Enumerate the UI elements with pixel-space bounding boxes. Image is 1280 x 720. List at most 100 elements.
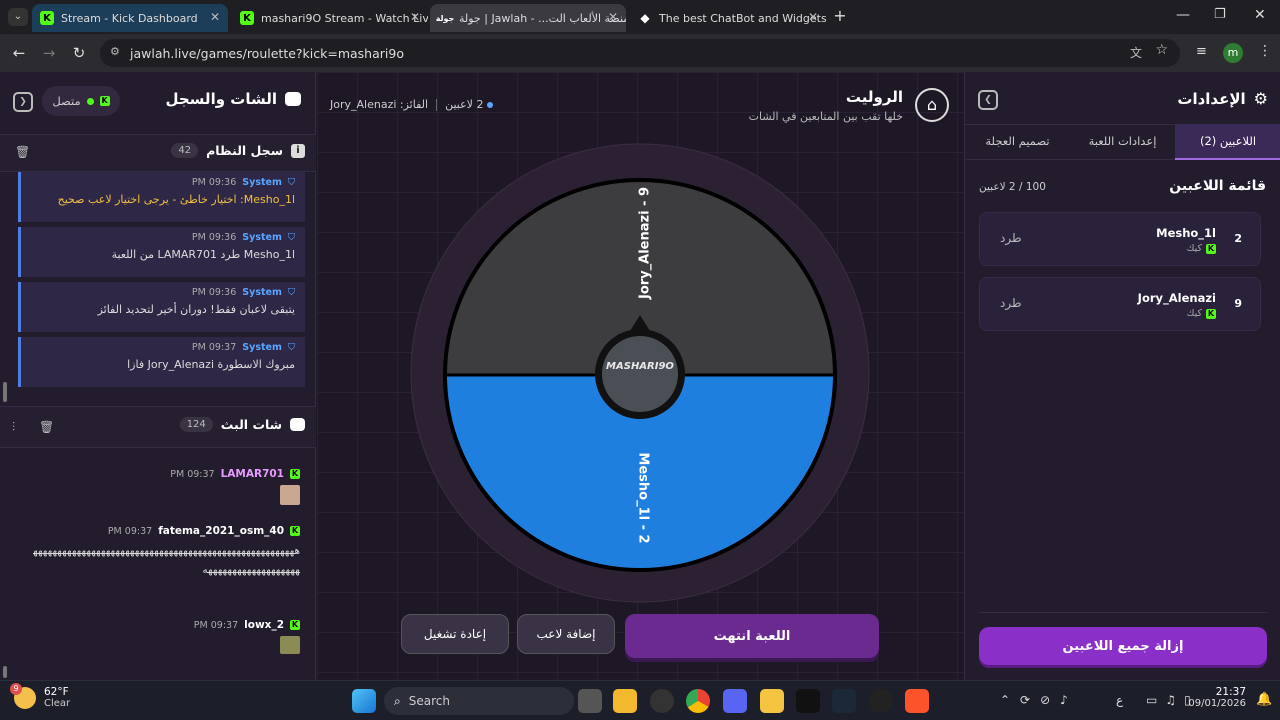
clock[interactable]: 21:37 09/01/2026	[1188, 686, 1246, 709]
tab-jawlah[interactable]: جولة منصة الألعاب الت... - Jawlah | جولة…	[430, 4, 626, 32]
remove-all-players-button[interactable]: إزالة جميع اللاعبين	[979, 627, 1267, 665]
kick-icon: K	[40, 11, 54, 25]
message-text: هههههههههههههههههههههههههههههههههههههههه…	[33, 545, 300, 576]
tab-players[interactable]: اللاعبين (2)	[1175, 124, 1280, 160]
footer-divider	[979, 612, 1267, 613]
brave-icon[interactable]	[905, 689, 929, 713]
close-window-button[interactable]: ✕	[1254, 7, 1266, 23]
obs-icon[interactable]	[869, 689, 893, 713]
close-icon[interactable]: ✕	[608, 10, 618, 24]
taskbar-search[interactable]: ⌕ Search	[384, 687, 574, 715]
media-icon[interactable]: ≡	[1196, 44, 1207, 59]
button-label: إعادة تشغيل	[423, 627, 487, 641]
kick-player-button[interactable]: طرد	[1000, 296, 1022, 310]
trash-icon[interactable]: 🗑	[39, 420, 54, 434]
players-count: 2 لاعبين	[445, 98, 484, 111]
message-time: 09:37 PM	[107, 525, 153, 537]
chrome-icon[interactable]	[686, 689, 710, 713]
site-info-icon[interactable]: ⚙	[110, 45, 120, 58]
winner-label: الفائز: Jory_Alenazi	[330, 98, 429, 111]
log-message: ⛉ System 09:36 PM Mesho_1l: اختيار خاطئ - …	[18, 172, 305, 222]
tab-chatbot[interactable]: ◆ The best ChatBot and Widgets ✕	[630, 4, 826, 32]
home-button[interactable]: ⌂	[915, 88, 949, 122]
button-label: إضافة لاعب	[536, 627, 596, 641]
tray-icons[interactable]: ⌃⟳⊘♪	[1000, 693, 1078, 707]
input-language[interactable]: ع	[1116, 693, 1123, 707]
reload-button[interactable]: ↻	[68, 42, 90, 64]
tab-wheel-design[interactable]: تصميم العجلة	[965, 124, 1070, 160]
chat-username[interactable]: lowx_2	[244, 619, 284, 631]
kick-icon: K	[290, 526, 300, 536]
kick-player-button[interactable]: طرد	[1000, 231, 1022, 245]
star-icon[interactable]: ☆	[1155, 42, 1168, 58]
button-label: اللعبة انتهت	[713, 628, 791, 644]
add-player-button[interactable]: إضافة لاعب	[517, 614, 615, 654]
windows-start-icon[interactable]	[352, 689, 376, 713]
chat-scrollbar[interactable]	[3, 666, 7, 678]
app-icon[interactable]	[650, 689, 674, 713]
diamond-icon: ◆	[640, 11, 650, 25]
button-label: إزالة جميع اللاعبين	[1062, 638, 1184, 654]
tab-kick-stream[interactable]: K mashari9O Stream - Watch Live ✕	[232, 4, 428, 32]
close-icon[interactable]: ✕	[808, 10, 818, 24]
minimize-button[interactable]: —	[1176, 7, 1190, 23]
message-time: 09:37 PM	[191, 341, 237, 353]
close-icon[interactable]: ✕	[410, 10, 420, 24]
log-scrollbar[interactable]	[3, 382, 7, 402]
game-over-button[interactable]: اللعبة انتهت	[625, 614, 879, 658]
collapse-right-icon[interactable]: ❮	[978, 90, 998, 110]
shield-icon: ⛉	[287, 341, 295, 353]
notification-icon[interactable]: 🔔	[1256, 692, 1272, 707]
tab-title: The best ChatBot and Widgets	[659, 11, 826, 25]
settings-header: ⚙ الإعدادات	[1177, 89, 1268, 108]
shield-icon: ⛉	[287, 286, 295, 298]
translate-icon[interactable]: 文	[1130, 44, 1142, 61]
menu-icon[interactable]: ⋮	[1258, 43, 1272, 59]
chat-username[interactable]: LAMAR701	[221, 468, 284, 480]
forward-button[interactable]: →	[38, 42, 60, 64]
player-name: Jory_Alenazi	[1137, 291, 1216, 305]
segment-label-mesho: Mesho_1l - 2	[636, 452, 651, 543]
shield-icon: ⛉	[287, 176, 295, 188]
clock-date: 09/01/2026	[1188, 698, 1246, 709]
steam-icon[interactable]	[832, 689, 856, 713]
roulette-wheel[interactable]: Jory_Alenazi - 9 Mesho_1l - 2 MASHARI9O	[410, 143, 870, 603]
log-title: سجل النظام	[206, 143, 283, 158]
notes-icon[interactable]	[760, 689, 784, 713]
message-sender: System	[242, 231, 282, 243]
game-status-row: الفائز: Jory_Alenazi 2 لاعبين	[330, 98, 494, 111]
task-view-icon[interactable]	[578, 689, 602, 713]
address-bar[interactable]: ⚙ jawlah.live/games/roulette?kick=mashar…	[100, 39, 1180, 67]
message-sender: System	[242, 176, 282, 188]
platform-label: كيك	[1186, 308, 1202, 319]
tab-game-settings[interactable]: إعدادات اللعبة	[1070, 124, 1175, 160]
message-time: 09:36 PM	[191, 286, 237, 298]
chat-log-header: الشات والسجل	[165, 90, 301, 108]
tab-title: Stream - Kick Dashboard	[61, 11, 198, 25]
trash-icon[interactable]: 🗑	[15, 145, 30, 159]
channel-logo	[602, 336, 678, 412]
capcut-icon[interactable]	[796, 689, 820, 713]
message-text: مبروك الاسطورة Jory_Alenazi فازا	[127, 358, 295, 371]
log-message: ⛉ System 09:36 PM يتبقى لاعبان فقط! دوران …	[18, 282, 305, 332]
profile-avatar[interactable]: m	[1223, 43, 1243, 63]
collapse-left-icon[interactable]: ❯	[13, 92, 33, 112]
restore-button[interactable]: ❐	[1214, 7, 1226, 22]
tab-kick-dashboard[interactable]: K Stream - Kick Dashboard ✕	[32, 4, 228, 32]
status-label: متصل	[52, 94, 81, 108]
message-text: Mesho_1l: اختيار خاطئ - يرجى اختيار لاعب…	[57, 193, 295, 206]
status-dot	[487, 101, 494, 108]
kick-icon: K	[290, 620, 300, 630]
close-icon[interactable]: ✕	[210, 10, 220, 24]
filter-icon[interactable]: ⫶	[12, 420, 15, 435]
restart-button[interactable]: إعادة تشغيل	[401, 614, 509, 654]
chat-username[interactable]: fatema_2021_osm_40	[158, 525, 284, 537]
back-button[interactable]: ←	[8, 42, 30, 64]
weather-widget[interactable]: 9 62°F Clear	[10, 682, 70, 709]
discord-icon[interactable]	[723, 689, 747, 713]
file-explorer-icon[interactable]	[613, 689, 637, 713]
tab-search-button[interactable]: ⌄	[8, 8, 28, 26]
new-tab-button[interactable]: +	[830, 6, 850, 26]
game-subtitle: خلها تقب بين المتابعين في الشات	[748, 110, 903, 123]
player-number: 2	[1234, 232, 1242, 245]
